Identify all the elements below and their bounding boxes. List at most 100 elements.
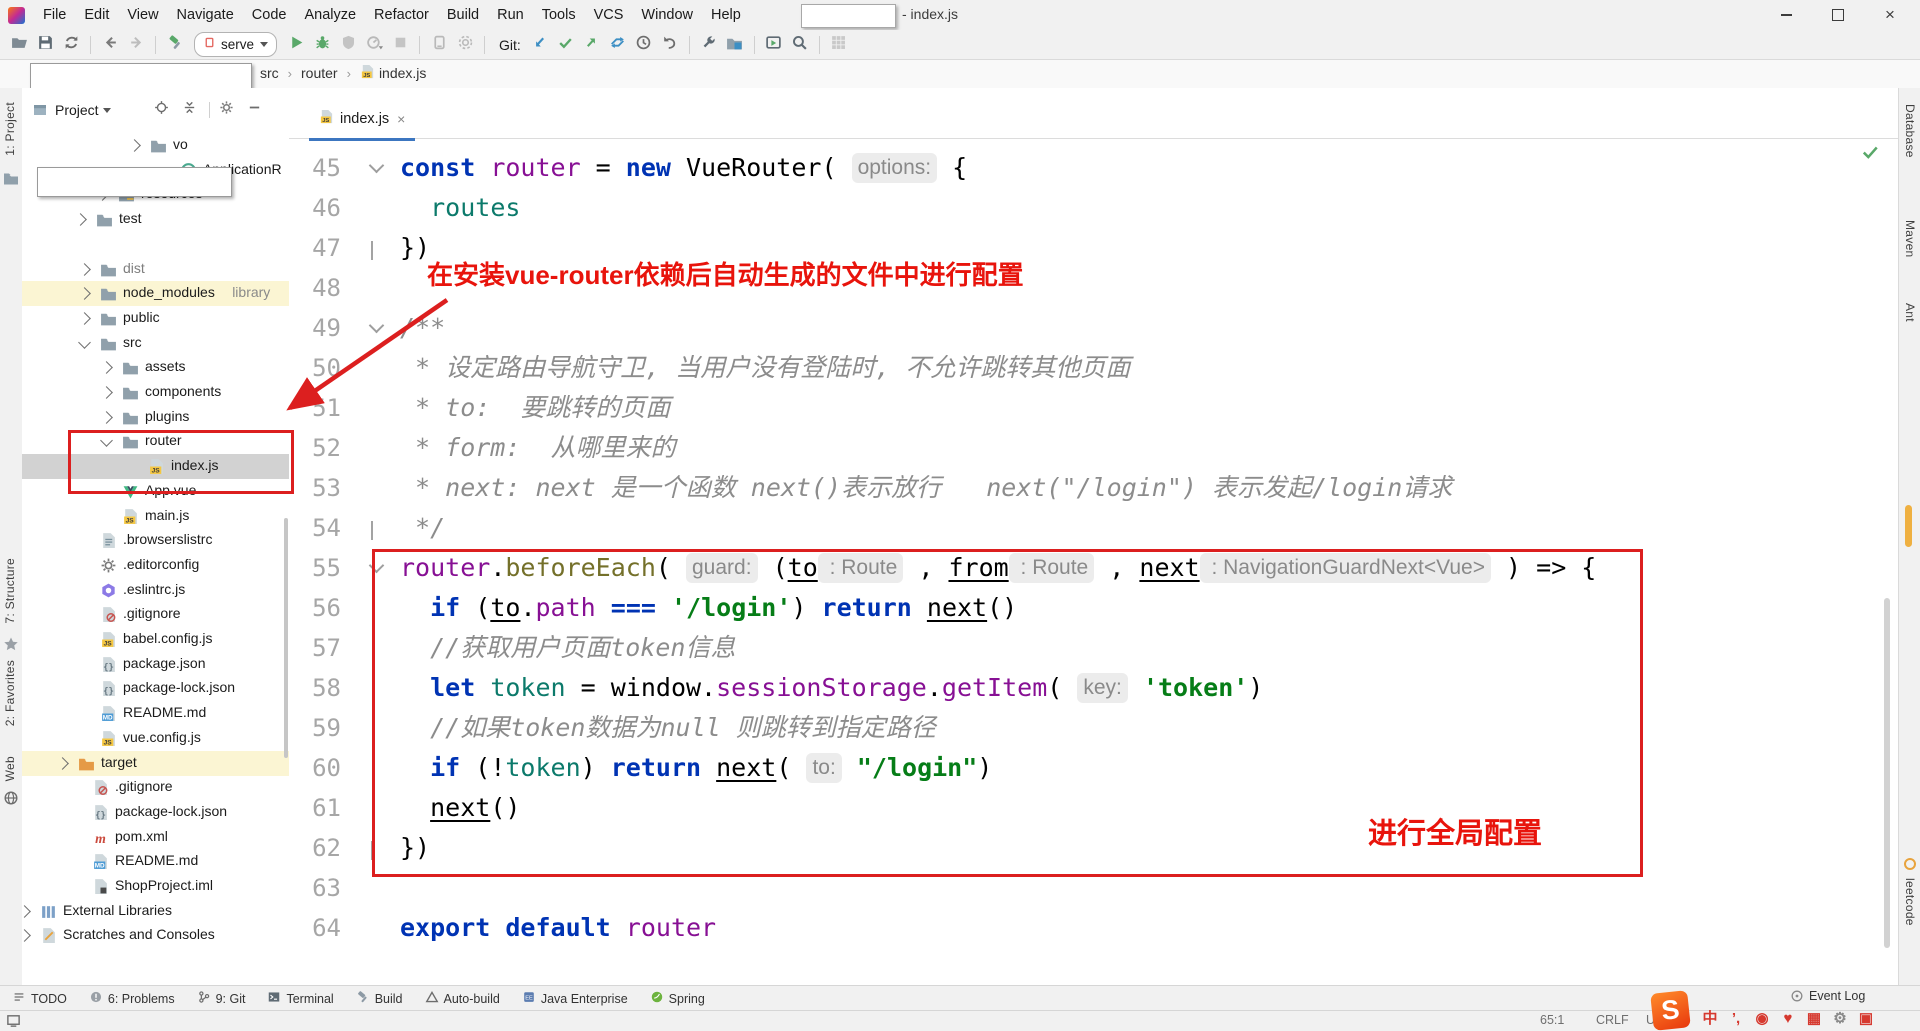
- tool-window-todo[interactable]: TODO: [12, 990, 67, 1007]
- ime-settings-icon[interactable]: ⚙: [1828, 1009, 1852, 1029]
- tree-item-readme-md[interactable]: MD README.md: [22, 849, 289, 874]
- tree-item-pom-xml[interactable]: m pom.xml: [22, 825, 289, 850]
- git-push-button[interactable]: [580, 33, 604, 57]
- tree-item-main-js[interactable]: JS main.js: [22, 504, 289, 529]
- tool-window-9-git[interactable]: 9: Git: [197, 990, 245, 1007]
- rollback-button[interactable]: [658, 33, 682, 57]
- code-viewport[interactable]: 45 const router = new VueRouter( options:…: [289, 88, 1898, 985]
- sync-button[interactable]: [59, 33, 83, 57]
- tree-item-test[interactable]: test: [22, 207, 289, 232]
- menu-vcs[interactable]: VCS: [585, 3, 633, 27]
- tree-item--browserslistrc[interactable]: .browserslistrc: [22, 528, 289, 553]
- menu-run[interactable]: Run: [488, 3, 533, 27]
- fold-open-icon[interactable]: [368, 557, 385, 574]
- favorites-star-icon[interactable]: [3, 636, 19, 652]
- tree-item-assets[interactable]: assets: [22, 355, 289, 380]
- line-separator[interactable]: CRLF: [1596, 1013, 1629, 1027]
- breadcrumb-src[interactable]: src: [258, 65, 281, 81]
- tree-item-readme-md[interactable]: MD README.md: [22, 701, 289, 726]
- build-hammer-button[interactable]: [163, 33, 187, 57]
- git-fetch-button[interactable]: [606, 33, 630, 57]
- tree-item-target[interactable]: target: [22, 750, 289, 776]
- code-line-53[interactable]: 53 * next: next 是一个函数 next()表示放行 next("/…: [289, 468, 1898, 508]
- forward-button[interactable]: [124, 33, 148, 57]
- tree-item-components[interactable]: components: [22, 380, 289, 405]
- menu-edit[interactable]: Edit: [75, 3, 118, 27]
- menu-view[interactable]: View: [118, 3, 167, 27]
- ime-logo-icon[interactable]: S: [1650, 990, 1691, 1031]
- code-line-50[interactable]: 50 * 设定路由导航守卫, 当用户没有登陆时, 不允许跳转其他页面: [289, 348, 1898, 388]
- git-update-button[interactable]: [528, 33, 552, 57]
- tool-window-switcher-icon[interactable]: [6, 1013, 21, 1028]
- breadcrumb-index-js[interactable]: JS index.js: [358, 64, 428, 82]
- chevron-right-icon[interactable]: [128, 139, 141, 152]
- tree-item-shopproject-iml[interactable]: ShopProject.iml: [22, 874, 289, 899]
- project-structure-button[interactable]: [723, 33, 747, 57]
- ime-keyboard-icon[interactable]: ▦: [1802, 1009, 1826, 1029]
- project-tool-icon[interactable]: [3, 170, 19, 186]
- fold-close-icon[interactable]: [371, 841, 373, 860]
- collapse-all-icon[interactable]: [179, 99, 201, 121]
- ime-punctuation-icon[interactable]: ’,: [1724, 1009, 1748, 1029]
- run-anything-button[interactable]: [762, 33, 786, 57]
- code-line-52[interactable]: 52 * form: 从哪里来的: [289, 428, 1898, 468]
- caret-position[interactable]: 65:1: [1540, 1013, 1564, 1027]
- close-button[interactable]: ×: [1864, 0, 1916, 30]
- menu-file[interactable]: File: [34, 3, 75, 27]
- maximize-button[interactable]: [1812, 0, 1864, 30]
- code-line-63[interactable]: 63: [289, 868, 1898, 908]
- chevron-right-icon[interactable]: [100, 386, 113, 399]
- ime-emoji-icon[interactable]: ◉: [1750, 1009, 1774, 1029]
- code-line-64[interactable]: 64 export default router: [289, 908, 1898, 948]
- tree-item-vo[interactable]: vo: [22, 133, 289, 158]
- profiler-button[interactable]: [362, 33, 386, 57]
- code-line-59[interactable]: 59 //如果token数据为null 则跳转到指定路径: [289, 708, 1898, 748]
- project-panel-title[interactable]: Project: [55, 102, 99, 118]
- ime-lang-icon[interactable]: 中: [1698, 1009, 1722, 1029]
- grid-button[interactable]: [827, 33, 851, 57]
- tool-window-6-problems[interactable]: 6: Problems: [89, 990, 175, 1007]
- open-project-button[interactable]: [7, 33, 31, 57]
- tree-item--gitignore[interactable]: .gitignore: [22, 775, 289, 800]
- stop-button[interactable]: [388, 33, 412, 57]
- code-line-56[interactable]: 56 if (to.path === '/login') return next…: [289, 588, 1898, 628]
- run-button[interactable]: [284, 33, 308, 57]
- tree-item-dist[interactable]: dist: [22, 257, 289, 282]
- web-globe-icon[interactable]: [3, 790, 19, 806]
- tool-button-ant[interactable]: Ant: [1903, 303, 1917, 322]
- tool-button-web[interactable]: Web: [3, 756, 17, 781]
- fold-close-icon[interactable]: [371, 241, 373, 260]
- tree-item-index-js[interactable]: JS index.js: [22, 454, 289, 480]
- code-line-54[interactable]: 54 */: [289, 508, 1898, 548]
- code-line-51[interactable]: 51 * to: 要跳转的页面: [289, 388, 1898, 428]
- tool-window-java-enterprise[interactable]: EE Java Enterprise: [522, 990, 628, 1007]
- menu-tools[interactable]: Tools: [533, 3, 585, 27]
- editor-scrollbar[interactable]: [1884, 598, 1890, 948]
- chevron-right-icon[interactable]: [100, 410, 113, 424]
- chevron-right-icon[interactable]: [74, 213, 87, 226]
- tree-item-package-lock-json[interactable]: {} package-lock.json: [22, 676, 289, 701]
- chevron-right-icon[interactable]: [22, 904, 31, 918]
- menu-code[interactable]: Code: [243, 3, 296, 27]
- tree-item-public[interactable]: public: [22, 306, 289, 331]
- gear-icon[interactable]: [216, 99, 238, 121]
- code-line-55[interactable]: 55 router.beforeEach( guard: (to : Route …: [289, 548, 1898, 588]
- tool-button-structure[interactable]: 7: Structure: [3, 558, 17, 624]
- ime-mic-icon[interactable]: ♥: [1776, 1009, 1800, 1029]
- git-commit-button[interactable]: [554, 33, 578, 57]
- code-line-46[interactable]: 46 routes: [289, 188, 1898, 228]
- tree-item-app-vue[interactable]: App.vue: [22, 479, 289, 504]
- editor-area[interactable]: JS index.js × 45 const router = new VueRo…: [289, 88, 1898, 985]
- tool-button-database[interactable]: Database: [1903, 104, 1917, 158]
- leetcode-icon[interactable]: [1902, 856, 1918, 872]
- tool-button-maven[interactable]: Maven: [1903, 220, 1917, 258]
- tree-item-package-lock-json[interactable]: {} package-lock.json: [22, 800, 289, 825]
- tree-item-src[interactable]: src: [22, 331, 289, 356]
- tree-item-package-json[interactable]: {} package.json: [22, 652, 289, 677]
- tree-item-babel-config-js[interactable]: JS babel.config.js: [22, 627, 289, 652]
- code-line-61[interactable]: 61 next(): [289, 788, 1898, 828]
- minimize-button[interactable]: [1760, 0, 1812, 30]
- tree-item--eslintrc-js[interactable]: .eslintrc.js: [22, 578, 289, 603]
- tree-item--gitignore[interactable]: .gitignore: [22, 602, 289, 627]
- save-all-button[interactable]: [33, 33, 57, 57]
